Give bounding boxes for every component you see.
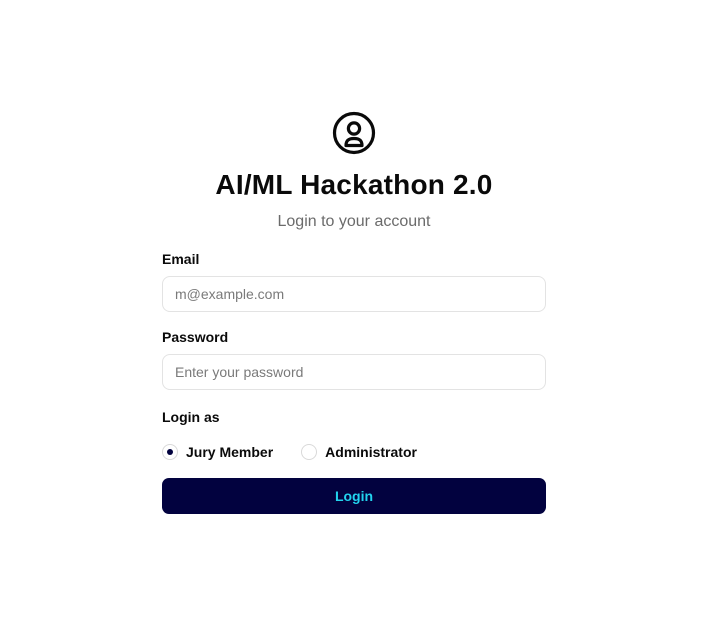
jury-member-label[interactable]: Jury Member <box>186 444 273 460</box>
email-label: Email <box>162 251 200 267</box>
jury-member-radio[interactable] <box>162 444 178 460</box>
login-page: AI/ML Hackathon 2.0 Login to your accoun… <box>0 0 707 631</box>
role-option-jury-member[interactable]: Jury Member <box>162 444 273 460</box>
radio-selected-dot <box>167 449 173 455</box>
password-label: Password <box>162 329 229 345</box>
login-as-label: Login as <box>162 409 220 425</box>
page-title: AI/ML Hackathon 2.0 <box>215 169 493 200</box>
user-circle-icon <box>332 111 376 155</box>
role-option-administrator[interactable]: Administrator <box>301 444 417 460</box>
login-button[interactable]: Login <box>162 478 546 514</box>
page-subtitle: Login to your account <box>277 213 431 230</box>
login-header: AI/ML Hackathon 2.0 Login to your accoun… <box>162 110 546 232</box>
email-input[interactable] <box>162 276 546 312</box>
administrator-label[interactable]: Administrator <box>325 444 417 460</box>
password-input[interactable] <box>162 354 546 390</box>
login-card: AI/ML Hackathon 2.0 Login to your accoun… <box>162 110 546 514</box>
administrator-radio[interactable] <box>301 444 318 460</box>
role-radio-group: Jury Member Administrator <box>162 442 546 462</box>
login-form: Email Password Login as Jury Member Admi… <box>162 250 546 514</box>
